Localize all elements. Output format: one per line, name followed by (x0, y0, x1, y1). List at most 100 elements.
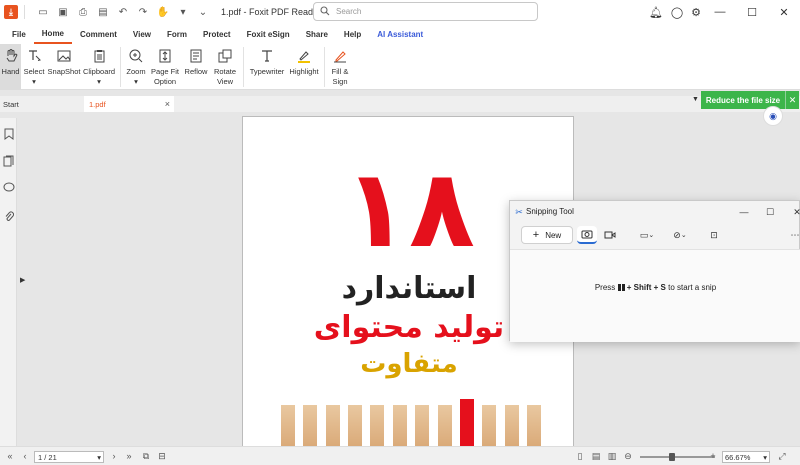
fill-and-sign-button[interactable]: Fill & Sign (328, 44, 352, 90)
zoom-level-input[interactable]: 66.67% ▾ (722, 451, 770, 463)
video-mode-button[interactable] (600, 226, 620, 244)
close-icon[interactable]: ✕ (785, 91, 799, 109)
rectangle-icon: ▭ (639, 229, 649, 240)
expand-panel-icon[interactable]: ▶ (20, 276, 25, 284)
zoom-label: Zoom (126, 67, 146, 76)
ai-assistant-icon[interactable]: ◉ (763, 106, 783, 126)
first-page-icon[interactable]: « (3, 449, 17, 463)
account-icon[interactable]: ◯ (666, 0, 688, 24)
tab-foxit-esign[interactable]: Foxit eSign (239, 24, 298, 44)
wood-block (303, 405, 318, 446)
close-icon[interactable]: × (165, 99, 170, 109)
zoom-slider[interactable] (640, 453, 715, 461)
chevron-down-icon: ⌄ (648, 232, 655, 239)
tab-1-pdf[interactable]: 1.pdf × (84, 96, 174, 112)
chevron-down-icon[interactable]: ▾ (175, 4, 191, 20)
typewriter-label: Typewriter (249, 67, 285, 76)
highlight-button[interactable]: Highlight (287, 44, 321, 90)
chevron-down-icon[interactable]: ▼ (692, 96, 699, 103)
tab-file[interactable]: File (4, 24, 34, 44)
page-fit-label-2: Option (153, 77, 177, 86)
tab-form[interactable]: Form (159, 24, 195, 44)
typewriter-icon (257, 46, 277, 66)
tab-home[interactable]: Home (33, 24, 73, 44)
zoom-slider-thumb[interactable] (668, 453, 675, 461)
facing-page-icon[interactable]: ▥ (605, 449, 619, 463)
page-number-value: 1 / 21 (38, 452, 57, 462)
more-options-icon[interactable]: ⋯ (790, 226, 800, 244)
typewriter-button[interactable]: Typewriter (247, 44, 287, 90)
text-actions-button[interactable]: ⊡ (705, 226, 723, 244)
settings-icon[interactable]: ⚙ (688, 0, 704, 24)
open-folder-icon[interactable]: ▭ (35, 4, 51, 20)
snapshot-button[interactable]: SnapShot (47, 44, 81, 90)
comments-icon[interactable] (2, 181, 15, 194)
zoom-button[interactable]: Zoom ▾ (124, 44, 148, 90)
copy-pages-icon[interactable]: ⧉ (139, 449, 153, 463)
document-tabs: Start 1.pdf × (0, 96, 800, 112)
wood-block (526, 405, 541, 446)
last-page-icon[interactable]: » (122, 449, 136, 463)
search-input[interactable]: Search (313, 2, 538, 21)
single-page-icon[interactable]: ▯ (573, 449, 587, 463)
quick-access-icon[interactable]: ⌄ (195, 4, 211, 20)
zoom-out-icon[interactable]: ⊖ (621, 449, 635, 463)
delay-dropdown[interactable]: ⊘ ⌄ (668, 226, 692, 244)
divider (324, 47, 325, 87)
properties-icon[interactable]: ▤ (95, 4, 111, 20)
reflow-button[interactable]: Reflow (182, 44, 210, 90)
page-number-input[interactable]: 1 / 21 ▾ (34, 451, 104, 463)
attachment-icon[interactable] (2, 209, 15, 222)
page-view-icon[interactable]: ⊟ (155, 449, 169, 463)
rotate-view-button[interactable]: Rotate View (210, 44, 240, 90)
hand-icon (1, 46, 21, 66)
ribbon-toolbar: Hand Select ▾ SnapShot Clipboard ▾ Zoom … (0, 44, 800, 90)
windows-key-icon (617, 284, 625, 291)
left-sidebar (0, 118, 17, 446)
page-fit-icon (155, 46, 175, 66)
highlight-label: Highlight (289, 67, 319, 76)
next-page-icon[interactable]: › (107, 449, 121, 463)
tab-help[interactable]: Help (336, 24, 369, 44)
screenshot-mode-button[interactable] (577, 226, 597, 244)
print-icon[interactable]: ⎙ (75, 4, 91, 20)
maximize-button[interactable]: ☐ (736, 0, 768, 24)
tab-comment[interactable]: Comment (72, 24, 125, 44)
divider (24, 5, 25, 19)
clipboard-button[interactable]: Clipboard ▾ (81, 44, 117, 90)
page-fit-option-button[interactable]: Page Fit Option (148, 44, 182, 90)
zoom-in-icon[interactable]: + (706, 449, 720, 463)
save-icon[interactable]: ▣ (55, 4, 71, 20)
search-placeholder: Search (336, 7, 362, 16)
bell-icon[interactable]: 🔔︎ (646, 0, 666, 24)
select-label: Select (23, 67, 45, 76)
chevron-down-icon: ▾ (97, 452, 101, 462)
tab-start[interactable]: Start (0, 96, 84, 112)
hand-tool-icon[interactable]: ✋ (155, 4, 171, 20)
redo-icon[interactable]: ↷ (135, 4, 151, 20)
pages-icon[interactable] (2, 154, 15, 167)
undo-icon[interactable]: ↶ (115, 4, 131, 20)
new-snip-button[interactable]: + New (521, 226, 573, 244)
minimize-button[interactable]: — (704, 0, 736, 24)
tab-share[interactable]: Share (298, 24, 336, 44)
maximize-button[interactable]: ☐ (763, 205, 777, 219)
minimize-button[interactable]: — (737, 205, 751, 219)
highlight-icon (294, 46, 314, 66)
page-fit-label: Page Fit (151, 67, 179, 76)
video-icon (604, 231, 616, 239)
bookmark-icon[interactable] (2, 127, 15, 140)
previous-page-icon[interactable]: ‹ (18, 449, 32, 463)
hand-button[interactable]: Hand (0, 44, 21, 90)
tab-view[interactable]: View (125, 24, 159, 44)
tab-protect[interactable]: Protect (195, 24, 239, 44)
close-button[interactable]: ✕ (768, 0, 800, 24)
reflow-label: Reflow (184, 67, 208, 76)
text-action-icon: ⊡ (710, 229, 718, 240)
snip-shape-dropdown[interactable]: ▭ ⌄ (635, 226, 659, 244)
select-button[interactable]: Select ▾ (21, 44, 47, 90)
fullscreen-icon[interactable]: ⤢ (775, 449, 789, 463)
close-button[interactable]: ✕ (790, 205, 800, 219)
continuous-page-icon[interactable]: ▤ (589, 449, 603, 463)
tab-ai-assistant[interactable]: AI Assistant (369, 24, 431, 44)
